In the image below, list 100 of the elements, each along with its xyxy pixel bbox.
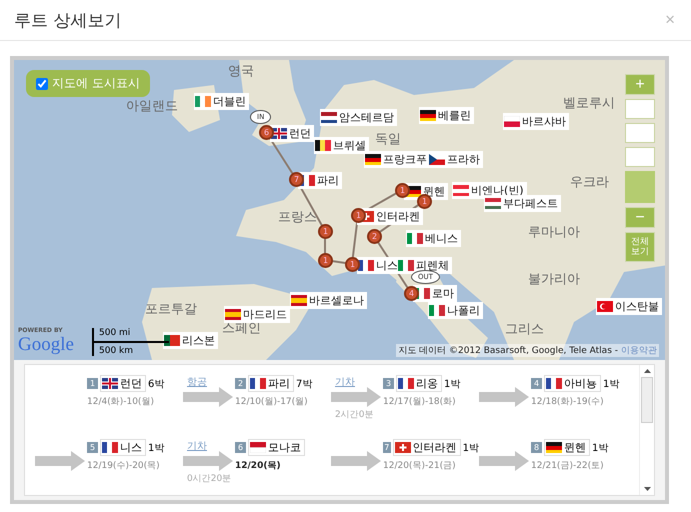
flag-icon	[315, 140, 331, 151]
city-tag[interactable]: 피렌체	[397, 257, 452, 274]
city-name-box[interactable]: 아비뇽	[544, 375, 601, 392]
flag-icon	[597, 301, 613, 312]
city-name: 프라하	[447, 152, 480, 167]
date-range: 12/18(화)-19(수)	[531, 396, 605, 408]
flag-icon	[546, 378, 562, 389]
zoom-level-step[interactable]	[625, 99, 655, 119]
date-range: 12/10(월)-17(월)	[235, 396, 309, 408]
city-tag[interactable]: 런던	[270, 125, 314, 142]
stop-number: 7	[383, 442, 391, 453]
country-label: 영국	[228, 63, 254, 80]
nights-count: 1박	[444, 378, 460, 390]
arrow-icon	[183, 387, 233, 407]
scrollbar[interactable]	[639, 365, 654, 495]
city-name-box[interactable]: 파리	[248, 375, 294, 392]
zoom-level-step[interactable]	[625, 147, 655, 167]
flag-icon	[429, 154, 445, 165]
country-label: 불가리아	[528, 271, 580, 288]
flag-icon	[429, 305, 445, 316]
city-tag[interactable]: 파리	[298, 172, 342, 189]
arrow-icon	[331, 451, 381, 471]
stop-number: 2	[235, 378, 246, 389]
city-tag[interactable]: 로마	[413, 285, 457, 302]
country-label: 포르투갈	[145, 301, 197, 318]
stop-number: 5	[87, 442, 98, 453]
country-label: 그리스	[505, 321, 544, 338]
date-range: 12/20(목)-21(금)	[383, 460, 457, 472]
city-name: 인터라켄	[376, 209, 420, 224]
city-name: 파리	[317, 173, 339, 188]
city-name: 피렌체	[416, 258, 449, 273]
city-tag[interactable]: 브뤼셀	[314, 137, 369, 154]
date-range: 12/17(월)-18(화)	[383, 396, 457, 408]
flag-icon	[504, 116, 520, 127]
city-name: 니스	[376, 258, 398, 273]
city-name-box[interactable]: 인터라켄	[392, 439, 461, 456]
city-tag[interactable]: 바르샤바	[503, 113, 569, 130]
arrow-icon	[479, 451, 529, 471]
flag-icon	[291, 295, 307, 306]
city-name: 로마	[432, 286, 454, 301]
arrow-icon	[35, 451, 85, 471]
city-tag[interactable]: 베를린	[419, 107, 474, 124]
flag-icon	[102, 378, 118, 389]
city-tag[interactable]: 베니스	[406, 230, 461, 247]
show-cities-label: 지도에 도시표시	[52, 75, 140, 92]
scale-miles: 500 mi	[99, 328, 132, 338]
flag-icon	[398, 378, 414, 389]
zoom-level-step[interactable]	[625, 123, 655, 143]
city-name: 부다페스트	[503, 196, 558, 211]
zoom-slider-thumb[interactable]	[625, 171, 655, 203]
city-name-box[interactable]: 리옹	[396, 375, 442, 392]
city-tag[interactable]: 리스본	[163, 332, 218, 349]
flag-icon	[250, 442, 266, 453]
flag-icon	[420, 110, 436, 121]
city-tag[interactable]: 나폴리	[428, 302, 483, 319]
flag-icon	[195, 96, 211, 107]
arrow-icon	[479, 387, 529, 407]
city-name-box[interactable]: 모나코	[248, 439, 305, 456]
map-attribution: 지도 데이터 ©2012 Basarsoft, Google, Tele Atlas -	[398, 345, 618, 357]
city-name: 인터라켄	[412, 440, 457, 455]
city-name: 리스본	[182, 333, 215, 348]
dialog-title: 루트 상세보기	[14, 10, 122, 32]
city-name: 니스	[120, 440, 142, 455]
city-tag[interactable]: 더블린	[194, 93, 249, 110]
flag-icon	[485, 198, 501, 209]
scroll-down-icon[interactable]	[644, 487, 650, 491]
flag-icon	[321, 112, 337, 123]
city-name: 런던	[120, 376, 142, 391]
city-name: 베를린	[438, 108, 471, 123]
city-name: 바르샤바	[522, 114, 566, 129]
city-name: 뮌헨	[564, 440, 586, 455]
date-range: 12/4(화)-10(월)	[87, 396, 155, 408]
city-tag[interactable]: 프랑크푸	[364, 151, 430, 168]
city-tag[interactable]: 프라하	[428, 151, 483, 168]
show-cities-checkbox[interactable]	[36, 78, 48, 90]
nights-count: 1박	[148, 442, 164, 454]
city-name: 런던	[289, 126, 311, 141]
nights-count: 1박	[462, 442, 479, 454]
flag-icon	[407, 233, 423, 244]
city-tag[interactable]: 바르셀로나	[290, 292, 367, 309]
city-tag[interactable]: 부다페스트	[484, 195, 561, 212]
flag-icon	[398, 260, 414, 271]
city-name: 나폴리	[447, 303, 480, 318]
flag-icon	[164, 335, 180, 346]
stop-number: 8	[531, 442, 542, 453]
city-name-box[interactable]: 니스	[100, 439, 146, 456]
city-tag[interactable]: 마드리드	[224, 306, 290, 323]
city-name-box[interactable]: 런던	[100, 375, 146, 392]
country-label: 루마니아	[528, 224, 580, 241]
city-name-box[interactable]: 뮌헨	[544, 439, 590, 456]
date-range: 12/20(목)	[235, 460, 282, 472]
country-label: 독일	[375, 131, 401, 148]
city-tag[interactable]: 이스탄불	[596, 298, 662, 315]
flag-icon	[358, 260, 374, 271]
city-tag[interactable]: 암스테르담	[320, 109, 397, 126]
nights-count: 1박	[592, 442, 608, 454]
country-label: 벨로루시	[563, 95, 615, 112]
date-range: 12/21(금)-22(토)	[531, 460, 605, 472]
scroll-up-icon[interactable]	[644, 369, 650, 373]
flag-icon	[250, 378, 266, 389]
